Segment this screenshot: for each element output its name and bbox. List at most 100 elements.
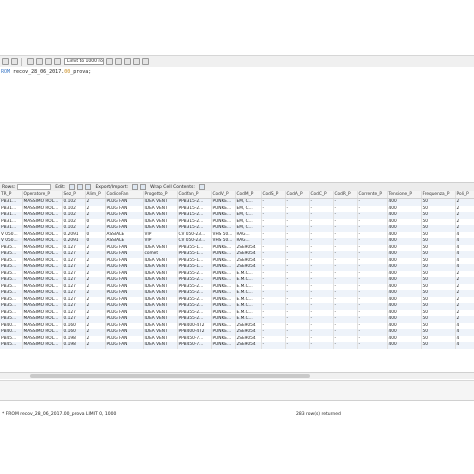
invisible-chars-icon[interactable]: [133, 58, 140, 65]
import-icon[interactable]: [140, 184, 147, 190]
table-cell[interactable]: VHS 50...: [211, 238, 236, 245]
table-row[interactable]: PB31... MASSIMO ROL... 0.102 2 PLUG FAN IDEA …: [0, 198, 474, 206]
column-header[interactable]: TR_P: [0, 191, 23, 199]
wrap-cell-label: Wrap Cell Contents:: [150, 184, 195, 190]
table-cell[interactable]: -: [261, 198, 286, 206]
column-header[interactable]: Tensione_P: [387, 191, 422, 199]
table-cell[interactable]: MASSIMO ROL...: [22, 251, 63, 258]
table-cell[interactable]: PPB450-7...: [177, 342, 212, 349]
delete-row-icon[interactable]: [85, 184, 92, 190]
column-header[interactable]: Operatore_P: [22, 191, 63, 199]
column-header[interactable]: Frequenza_P: [421, 191, 456, 199]
output-action: * FROM recov_28_06_2017.00_prova LIMIT 0…: [2, 412, 117, 417]
column-header[interactable]: CodA_P: [285, 191, 310, 199]
autocommit-icon[interactable]: [54, 58, 61, 65]
table-cell[interactable]: -: [333, 342, 358, 349]
scrollbar-thumb[interactable]: [30, 374, 310, 378]
table-cell[interactable]: IDEA VENT: [143, 198, 178, 206]
column-header[interactable]: CodV_P: [211, 191, 236, 199]
export-icon[interactable]: [132, 184, 139, 190]
blank-top-area: [0, 0, 474, 48]
column-header[interactable]: Alim_P: [85, 191, 106, 199]
wrap-icon[interactable]: [142, 58, 149, 65]
column-header[interactable]: Corrente_P: [357, 191, 388, 199]
find-icon[interactable]: [124, 58, 131, 65]
table-cell[interactable]: 2: [455, 198, 474, 206]
insert-row-icon[interactable]: [77, 184, 84, 190]
table-cell[interactable]: PUNKE...: [211, 342, 236, 349]
table-cell[interactable]: 2: [85, 198, 106, 206]
table-cell[interactable]: 0.198: [62, 342, 86, 349]
table-cell[interactable]: MASSIMO ROL...: [22, 212, 63, 219]
edit-label: Edit:: [55, 184, 66, 190]
table-cell[interactable]: PB45...: [0, 342, 23, 349]
output-panel: * FROM recov_28_06_2017.00_prova LIMIT 0…: [0, 400, 474, 425]
column-header[interactable]: Progetto_P: [143, 191, 178, 199]
table-cell[interactable]: MASSIMO ROL...: [22, 303, 63, 310]
sql-line: ROM recov_28_06_2017.00_prova;: [1, 69, 91, 75]
table-cell[interactable]: MASSIMO ROL...: [22, 290, 63, 297]
table-cell[interactable]: MASSIMO ROL...: [22, 277, 63, 284]
star-icon[interactable]: [106, 58, 113, 65]
sql-keyword: ROM: [1, 69, 11, 75]
table-cell[interactable]: -: [309, 342, 334, 349]
table-cell[interactable]: MASSIMO ROL...: [22, 198, 63, 206]
sql-table-name: recov_28_06_2017.: [10, 69, 65, 75]
table-cell[interactable]: MASSIMO ROL...: [22, 329, 63, 336]
table-cell[interactable]: MASSIMO ROL...: [22, 316, 63, 323]
beautify-icon[interactable]: [115, 58, 122, 65]
horizontal-scrollbar[interactable]: [0, 372, 474, 379]
output-panel-header: Message: [0, 380, 474, 410]
table-cell[interactable]: MASSIMO ROL...: [22, 238, 63, 245]
blank-bottom-area: [0, 424, 474, 474]
result-grid[interactable]: TR_P Operatore_P Sez_P Alim_P CodiceFan Proge…: [0, 191, 474, 371]
sql-tail: _prova;: [70, 69, 92, 75]
table-cell[interactable]: PLUG FAN: [105, 198, 144, 206]
column-header[interactable]: CodiceFan: [105, 191, 144, 199]
toolbar-divider: [21, 57, 22, 66]
table-cell[interactable]: -: [285, 342, 310, 349]
column-header[interactable]: CodS_P: [261, 191, 286, 199]
table-cell[interactable]: 2SE9054: [235, 342, 262, 349]
edit-row-icon[interactable]: [69, 184, 76, 190]
column-header[interactable]: Poli_P: [455, 191, 474, 199]
table-cell[interactable]: PB31...: [0, 198, 23, 206]
commit-icon[interactable]: [36, 58, 43, 65]
filter-rows-input[interactable]: [17, 184, 52, 190]
wrap-cell-icon[interactable]: [198, 184, 205, 190]
table-cell[interactable]: -: [357, 342, 388, 349]
sql-editor[interactable]: ROM recov_28_06_2017.00_prova;: [0, 67, 474, 185]
table-cell[interactable]: EM, C...: [235, 198, 262, 206]
column-header[interactable]: CodR_P: [333, 191, 358, 199]
table-cell[interactable]: 400: [387, 342, 422, 349]
column-header[interactable]: Codfan_P: [177, 191, 212, 199]
column-header[interactable]: CodM_P: [235, 191, 262, 199]
table-cell[interactable]: 2: [85, 342, 106, 349]
limit-rows-select[interactable]: Limit to 1000 rows: [64, 58, 104, 65]
table-cell[interactable]: 400: [387, 198, 422, 206]
lightning-icon[interactable]: [11, 58, 18, 65]
table-cell[interactable]: MASSIMO ROL...: [22, 225, 63, 232]
table-cell[interactable]: -: [261, 342, 286, 349]
stop-icon[interactable]: [27, 58, 34, 65]
save-icon[interactable]: [2, 58, 9, 65]
table-cell[interactable]: 50: [421, 342, 456, 349]
grid-body: PB31... MASSIMO ROL... 0.102 2 PLUG FAN IDEA …: [0, 198, 474, 349]
table-cell[interactable]: MASSIMO ROL...: [22, 264, 63, 271]
column-header[interactable]: Sez_P: [62, 191, 86, 199]
table-cell[interactable]: 0.102: [62, 198, 86, 206]
rollback-icon[interactable]: [45, 58, 52, 65]
table-cell[interactable]: -: [357, 198, 388, 206]
table-cell[interactable]: -: [285, 198, 310, 206]
table-cell[interactable]: PLUG FAN: [105, 342, 144, 349]
table-cell[interactable]: -: [333, 198, 358, 206]
table-cell[interactable]: 4: [455, 342, 474, 349]
table-cell[interactable]: 50: [421, 198, 456, 206]
table-cell[interactable]: MASSIMO ROL...: [22, 342, 63, 349]
table-cell[interactable]: PUNKE...: [211, 198, 236, 206]
column-header[interactable]: CodC_P: [309, 191, 334, 199]
table-cell[interactable]: IDEA VENT: [143, 342, 178, 349]
table-cell[interactable]: -: [309, 198, 334, 206]
table-cell[interactable]: PPB315-2...: [177, 198, 212, 206]
table-row[interactable]: PB45... MASSIMO ROL... 0.198 2 PLUG FAN IDEA …: [0, 342, 474, 349]
